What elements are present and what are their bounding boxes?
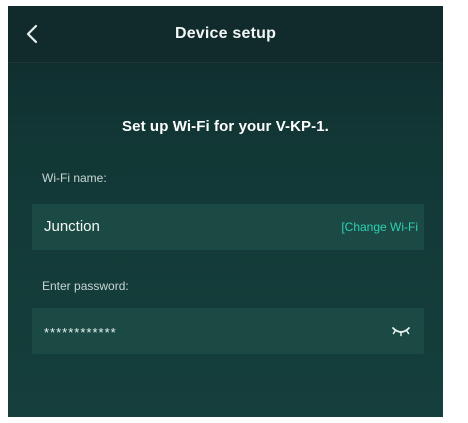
password-visibility-toggle[interactable] xyxy=(390,321,412,341)
page-title: Device setup xyxy=(174,25,277,42)
setup-heading: Set up Wi-Fi for your V-KP-1. xyxy=(122,118,329,135)
password-input[interactable] xyxy=(42,308,366,356)
password-row xyxy=(32,308,424,356)
app-header: Device setup xyxy=(8,6,443,63)
password-label: Enter password: xyxy=(42,279,129,293)
wifi-name-label: Wi-Fi name: xyxy=(42,171,107,185)
wifi-name-row: Junction [Change Wi-Fi xyxy=(32,204,424,250)
eye-closed-icon xyxy=(391,324,411,338)
wifi-network-name: Junction xyxy=(44,218,100,235)
change-wifi-link[interactable]: [Change Wi-Fi xyxy=(341,204,418,250)
device-setup-screen: Device setup Set up Wi-Fi for your V-KP-… xyxy=(8,6,443,417)
